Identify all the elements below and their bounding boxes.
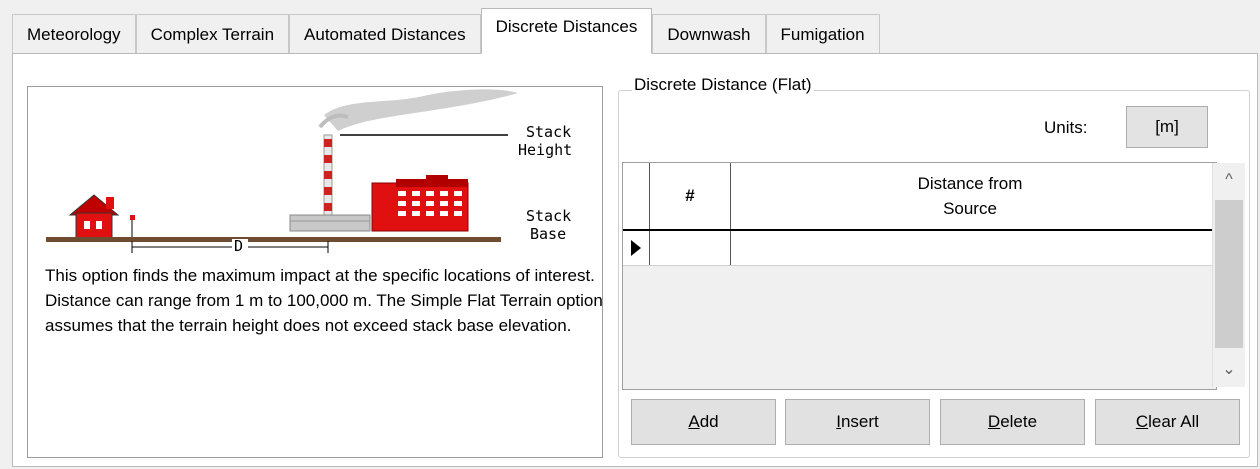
tab-meteorology[interactable]: Meteorology: [12, 14, 136, 55]
delete-button[interactable]: Delete: [940, 399, 1085, 445]
tab-strip: Meteorology Complex Terrain Automated Di…: [12, 8, 880, 55]
delete-hotkey: D: [987, 412, 1001, 431]
add-button[interactable]: Add: [631, 399, 776, 445]
add-hotkey: A: [688, 412, 700, 431]
tab-automated-distances[interactable]: Automated Distances: [289, 14, 481, 55]
stack-base-label-2: Base: [530, 225, 566, 243]
distance-label: D: [234, 237, 243, 255]
column-header-distance-line1: Distance from: [917, 174, 1023, 193]
info-panel: D Stack Height Stack Base This option fi…: [27, 86, 603, 458]
scrollbar-thumb[interactable]: [1215, 200, 1243, 348]
delete-label: elete: [1000, 412, 1038, 431]
tab-complex-terrain[interactable]: Complex Terrain: [135, 14, 290, 55]
table-row[interactable]: [623, 231, 1212, 266]
grid-header: # Distance from Source: [623, 163, 1212, 231]
grid-scrollbar[interactable]: ^ ⌄: [1212, 163, 1245, 387]
description-text: This option finds the maximum impact at …: [45, 266, 603, 335]
clear-label: lear All: [1148, 412, 1200, 431]
stack-base-label-1: Stack: [526, 207, 571, 225]
ground-line: [46, 237, 501, 242]
cell-number[interactable]: [650, 231, 731, 265]
row-selector-header: [623, 163, 650, 229]
column-header-distance-line2: Source: [943, 199, 997, 218]
insert-label: nsert: [840, 412, 879, 431]
terrain-diagram: D Stack Height Stack Base: [46, 89, 572, 255]
scroll-down-icon[interactable]: ⌄: [1213, 353, 1245, 387]
add-label: dd: [699, 412, 719, 431]
tab-downwash[interactable]: Downwash: [652, 14, 766, 55]
column-header-distance[interactable]: Distance from Source: [731, 171, 1209, 221]
units-label: Units:: [1044, 118, 1088, 137]
stack-height-label-2: Height: [518, 141, 572, 159]
tab-discrete-distances[interactable]: Discrete Distances: [480, 8, 653, 54]
current-row-arrow-icon: [631, 240, 641, 256]
clear-hotkey: C: [1135, 412, 1149, 431]
distance-grid: # Distance from Source: [622, 162, 1217, 390]
smoke-plume: [324, 89, 518, 131]
factory-building: [371, 182, 469, 232]
stack-height-label-1: Stack: [526, 123, 571, 141]
row-selector[interactable]: [623, 231, 650, 265]
column-header-number[interactable]: #: [650, 163, 731, 229]
group-title: Discrete Distance (Flat): [632, 75, 814, 95]
clear-all-button[interactable]: Clear All: [1095, 399, 1240, 445]
insert-button[interactable]: Insert: [785, 399, 930, 445]
tab-fumigation[interactable]: Fumigation: [765, 14, 880, 55]
scroll-up-icon[interactable]: ^: [1213, 163, 1245, 197]
units-button[interactable]: [m]: [1126, 106, 1208, 148]
